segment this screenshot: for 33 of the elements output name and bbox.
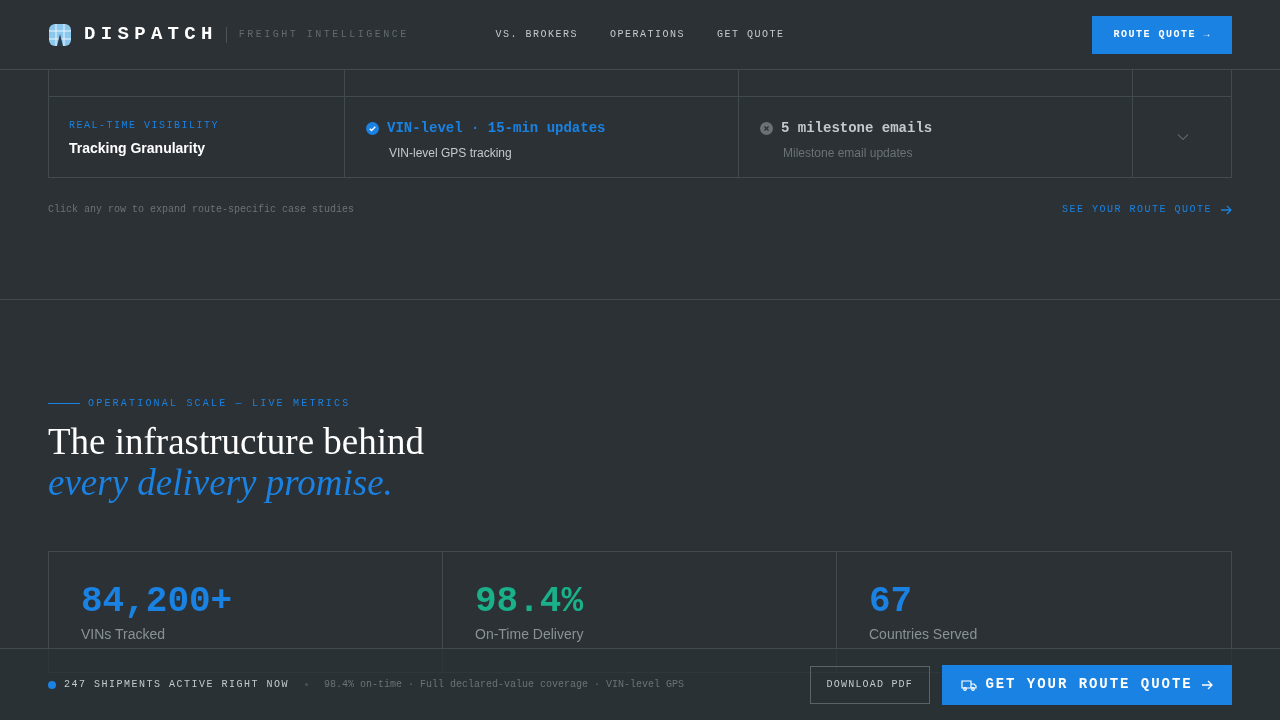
comparison-row[interactable]: REAL-TIME VISIBILITY Tracking Granularity VIN-level · 15-min updates VIN-level GPS tracking 5 milestone emails Milestone email updates <box>48 96 1232 178</box>
get-route-quote-button[interactable]: GET YOUR ROUTE QUOTE <box>942 664 1232 705</box>
cell-detail: VIN-level GPS tracking <box>389 145 512 162</box>
brand-tagline: FREIGHT INTELLIGENCE <box>238 28 409 42</box>
stat-label: Countries Served <box>869 625 978 644</box>
hint-text: Click any row to expand route-specific case studies <box>48 203 355 217</box>
download-pdf-button[interactable]: DOWNLOAD PDF <box>809 665 930 704</box>
cell-detail: Milestone email updates <box>783 145 913 162</box>
cell-title: 5 milestone emails <box>781 119 933 138</box>
truck-icon <box>961 678 978 691</box>
nav-link[interactable]: OPERATIONS <box>610 27 685 42</box>
row-category: REAL-TIME VISIBILITY <box>69 119 220 133</box>
status-text: 247 SHIPMENTS ACTIVE RIGHT NOW <box>64 678 290 692</box>
stat-label: VINs Tracked <box>81 625 166 644</box>
stat-label: On-Time Delivery <box>475 625 584 644</box>
route-quote-button[interactable]: ROUTE QUOTE → <box>1092 15 1232 54</box>
stat-value: 98.4% <box>475 582 584 622</box>
arrow-icon <box>1200 678 1213 691</box>
section-heading: The infrastructure behind <box>48 421 425 462</box>
stat-value: 67 <box>869 582 913 622</box>
brand-name: DISPATCH <box>84 22 218 48</box>
section-eyebrow: OPERATIONAL SCALE — LIVE METRICS <box>88 397 351 411</box>
check-icon <box>366 122 379 135</box>
row-label: Tracking Granularity <box>69 139 206 158</box>
arrow-icon <box>1220 203 1232 216</box>
nav-link[interactable]: GET QUOTE <box>717 27 785 42</box>
chevron-icon[interactable] <box>1176 133 1189 141</box>
nav-link[interactable]: VS. BROKERS <box>495 27 578 42</box>
stat-value: 84,200+ <box>81 582 233 622</box>
cross-icon <box>760 122 773 135</box>
summary-text: 98.4% on-time · Full declared-value coverage · VIN-level GPS <box>324 678 685 692</box>
section-heading-accent: every delivery promise. <box>48 462 393 503</box>
cell-title: VIN-level · 15-min updates <box>387 119 606 138</box>
